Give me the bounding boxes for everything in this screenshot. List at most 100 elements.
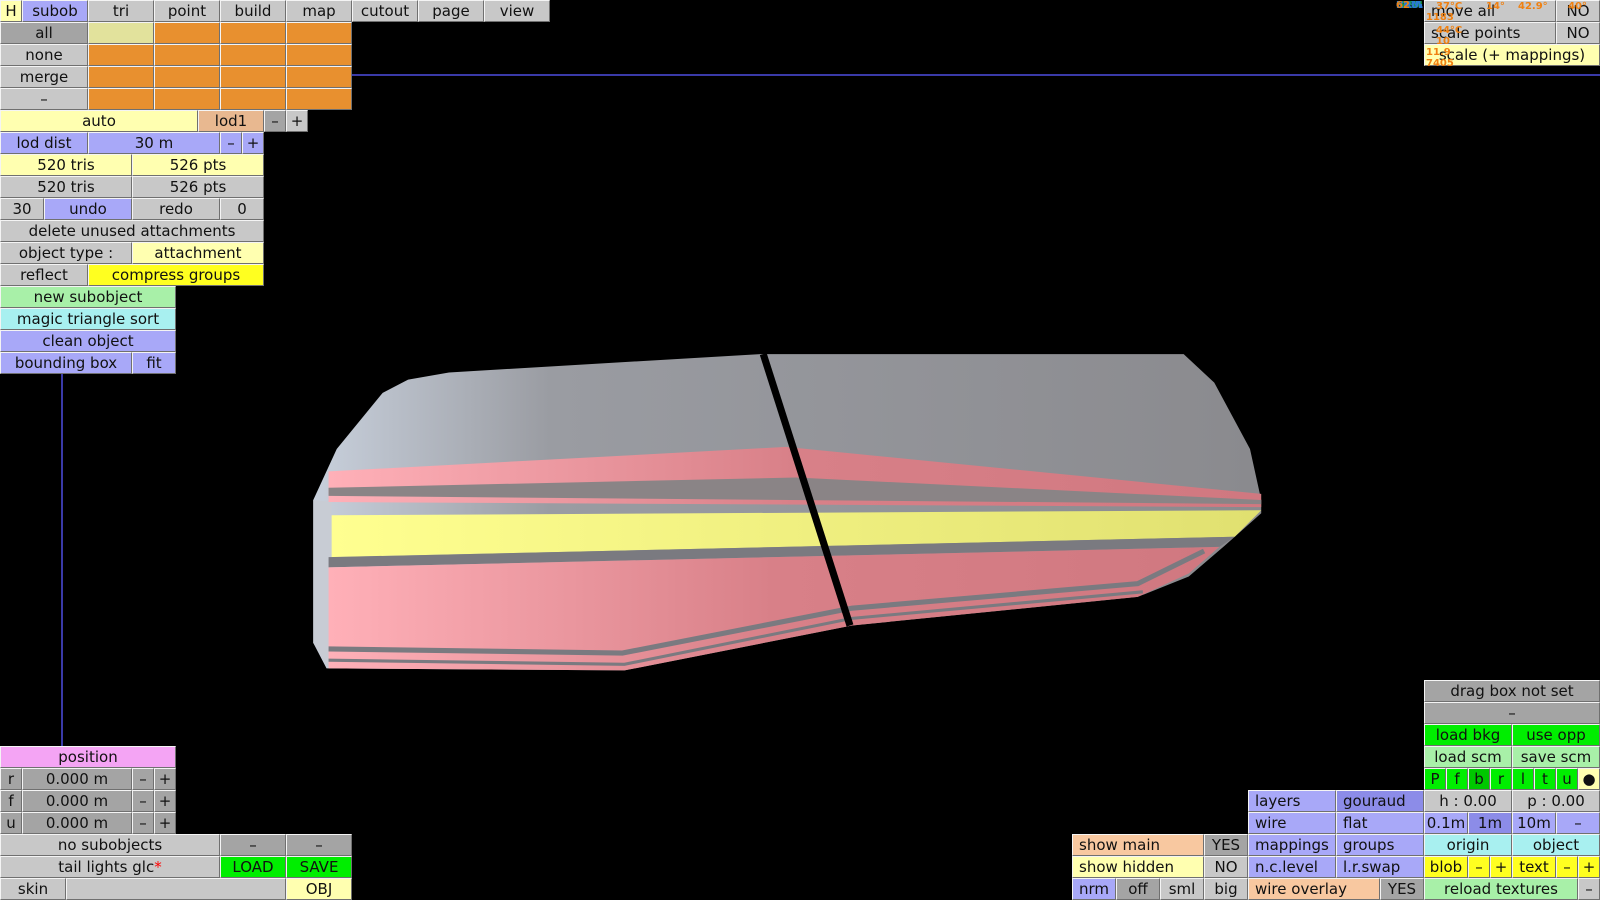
view-right-button[interactable]: r bbox=[1490, 768, 1512, 790]
scale-points-toggle[interactable]: NO bbox=[1556, 22, 1600, 44]
subobject-cell[interactable] bbox=[154, 66, 220, 88]
flat-button[interactable]: flat bbox=[1336, 812, 1424, 834]
normals-nrm-button[interactable]: nrm bbox=[1072, 878, 1116, 900]
nc-level-button[interactable]: n.c.level bbox=[1248, 856, 1336, 878]
tab-cutout[interactable]: cutout bbox=[352, 0, 418, 22]
load-bkg-button[interactable]: load bkg bbox=[1424, 724, 1512, 746]
axis-f-minus[interactable]: – bbox=[132, 790, 154, 812]
undo-button[interactable]: undo bbox=[44, 198, 132, 220]
lr-swap-button[interactable]: l.r.swap bbox=[1336, 856, 1424, 878]
origin-button[interactable]: origin bbox=[1424, 834, 1512, 856]
axis-f-value[interactable]: 0.000 m bbox=[22, 790, 132, 812]
delete-unused-attachments-button[interactable]: delete unused attachments bbox=[0, 220, 264, 242]
select-all-button[interactable]: all bbox=[0, 22, 88, 44]
view-back-button[interactable]: b bbox=[1468, 768, 1490, 790]
subobject-cell[interactable] bbox=[154, 88, 220, 110]
drag-box-dash[interactable]: – bbox=[1424, 702, 1600, 724]
view-left-button[interactable]: l bbox=[1512, 768, 1534, 790]
lod-auto-button[interactable]: auto bbox=[0, 110, 198, 132]
layers-button[interactable]: layers bbox=[1248, 790, 1336, 812]
axis-r-minus[interactable]: – bbox=[132, 768, 154, 790]
axis-u-value[interactable]: 0.000 m bbox=[22, 812, 132, 834]
axis-f-plus[interactable]: + bbox=[154, 790, 176, 812]
subobject-cell[interactable] bbox=[286, 44, 352, 66]
dash-button[interactable]: – bbox=[0, 88, 88, 110]
pitch-value[interactable]: p : 0.00 bbox=[1512, 790, 1600, 812]
use-opp-button[interactable]: use opp bbox=[1512, 724, 1600, 746]
view-top-button[interactable]: t bbox=[1534, 768, 1556, 790]
lod-plus-button[interactable]: + bbox=[286, 110, 308, 132]
save-button[interactable]: SAVE bbox=[286, 856, 352, 878]
view-dot-button[interactable]: ● bbox=[1578, 768, 1600, 790]
wire-overlay-toggle[interactable]: YES bbox=[1380, 878, 1424, 900]
subobject-cell[interactable] bbox=[88, 88, 154, 110]
tab-build[interactable]: build bbox=[220, 0, 286, 22]
subobject-cell[interactable] bbox=[88, 44, 154, 66]
show-hidden-toggle[interactable]: NO bbox=[1204, 856, 1248, 878]
mappings-button[interactable]: mappings bbox=[1248, 834, 1336, 856]
tab-page[interactable]: page bbox=[418, 0, 484, 22]
object-type-select[interactable]: attachment bbox=[132, 242, 264, 264]
home-button[interactable]: H bbox=[0, 0, 22, 22]
bounding-box-button[interactable]: bounding box bbox=[0, 352, 132, 374]
subobject-dash-2[interactable]: – bbox=[286, 834, 352, 856]
grid-off-button[interactable]: – bbox=[1556, 812, 1600, 834]
normals-sml-button[interactable]: sml bbox=[1160, 878, 1204, 900]
wire-button[interactable]: wire bbox=[1248, 812, 1336, 834]
tab-tri[interactable]: tri bbox=[88, 0, 154, 22]
save-scm-button[interactable]: save scm bbox=[1512, 746, 1600, 768]
groups-button[interactable]: groups bbox=[1336, 834, 1424, 856]
subobjects-select[interactable]: no subobjects bbox=[0, 834, 220, 856]
fit-button[interactable]: fit bbox=[132, 352, 176, 374]
normals-off-button[interactable]: off bbox=[1116, 878, 1160, 900]
lod-dist-value[interactable]: 30 m bbox=[88, 132, 220, 154]
tab-view[interactable]: view bbox=[484, 0, 550, 22]
grid-1m-button[interactable]: 1m bbox=[1468, 812, 1512, 834]
tab-point[interactable]: point bbox=[154, 0, 220, 22]
reload-dash[interactable]: – bbox=[1578, 878, 1600, 900]
subobject-cell[interactable] bbox=[154, 44, 220, 66]
load-button[interactable]: LOAD bbox=[220, 856, 286, 878]
tab-map[interactable]: map bbox=[286, 0, 352, 22]
show-main-toggle[interactable]: YES bbox=[1204, 834, 1248, 856]
subobject-cell[interactable] bbox=[220, 88, 286, 110]
view-perspective-button[interactable]: P bbox=[1424, 768, 1446, 790]
clean-object-button[interactable]: clean object bbox=[0, 330, 176, 352]
lod-level[interactable]: lod1 bbox=[198, 110, 264, 132]
axis-u-minus[interactable]: – bbox=[132, 812, 154, 834]
reflect-button[interactable]: reflect bbox=[0, 264, 88, 286]
object-button[interactable]: object bbox=[1512, 834, 1600, 856]
subobject-cell[interactable] bbox=[88, 66, 154, 88]
grid-10m-button[interactable]: 10m bbox=[1512, 812, 1556, 834]
gouraud-button[interactable]: gouraud bbox=[1336, 790, 1424, 812]
blob-minus[interactable]: – bbox=[1468, 856, 1490, 878]
subobject-cell[interactable] bbox=[220, 66, 286, 88]
load-scm-button[interactable]: load scm bbox=[1424, 746, 1512, 768]
new-subobject-button[interactable]: new subobject bbox=[0, 286, 176, 308]
file-name[interactable]: tail lights glc* bbox=[0, 856, 220, 878]
subobject-cell[interactable] bbox=[88, 22, 154, 44]
lod-minus-button[interactable]: – bbox=[264, 110, 286, 132]
view-front-button[interactable]: f bbox=[1446, 768, 1468, 790]
subobject-cell[interactable] bbox=[154, 22, 220, 44]
reload-textures-button[interactable]: reload textures bbox=[1424, 878, 1578, 900]
compress-groups-button[interactable]: compress groups bbox=[88, 264, 264, 286]
magic-triangle-sort-button[interactable]: magic triangle sort bbox=[0, 308, 176, 330]
obj-button[interactable]: OBJ bbox=[286, 878, 352, 900]
subobject-cell[interactable] bbox=[286, 22, 352, 44]
lod-dist-minus[interactable]: – bbox=[220, 132, 242, 154]
axis-r-value[interactable]: 0.000 m bbox=[22, 768, 132, 790]
select-none-button[interactable]: none bbox=[0, 44, 88, 66]
axis-r-plus[interactable]: + bbox=[154, 768, 176, 790]
heading-value[interactable]: h : 0.00 bbox=[1424, 790, 1512, 812]
axis-u-plus[interactable]: + bbox=[154, 812, 176, 834]
subobject-cell[interactable] bbox=[220, 44, 286, 66]
text-plus[interactable]: + bbox=[1578, 856, 1600, 878]
redo-button[interactable]: redo bbox=[132, 198, 220, 220]
subobject-cell[interactable] bbox=[286, 66, 352, 88]
blob-plus[interactable]: + bbox=[1490, 856, 1512, 878]
subobject-cell[interactable] bbox=[220, 22, 286, 44]
merge-button[interactable]: merge bbox=[0, 66, 88, 88]
normals-big-button[interactable]: big bbox=[1204, 878, 1248, 900]
view-under-button[interactable]: u bbox=[1556, 768, 1578, 790]
